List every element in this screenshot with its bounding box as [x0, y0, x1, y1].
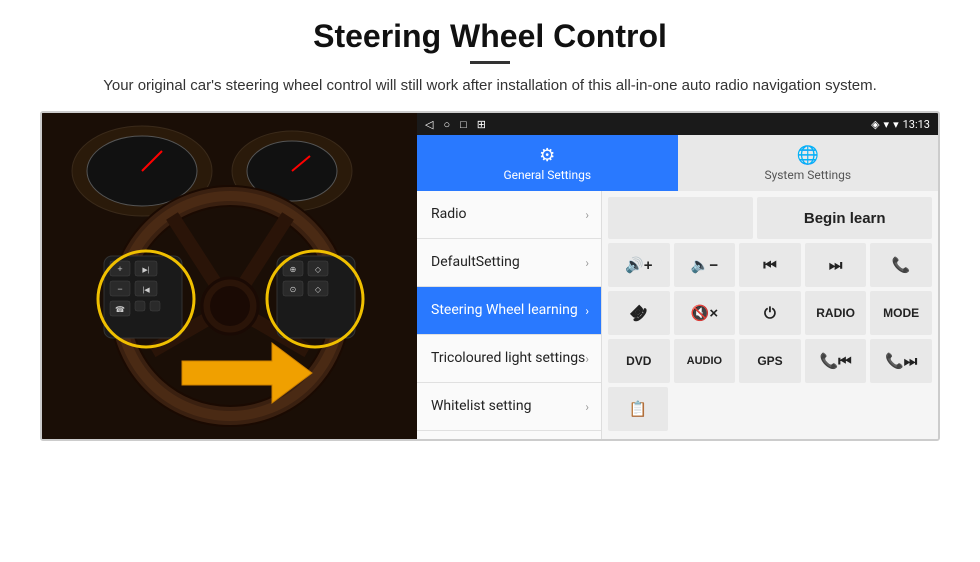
menu-item-default-label: DefaultSetting — [431, 254, 585, 271]
main-content: Radio › DefaultSetting › Steering Wheel … — [417, 191, 938, 439]
content-area: + − ☎ ▶| |◀ ⊕ ◇ — [40, 111, 940, 441]
phone-answer-button[interactable]: 📞 — [870, 243, 932, 287]
menu-item-tricoloured-label: Tricoloured light settings — [431, 350, 585, 367]
status-bar: ◁ ○ □ ⊞ ◈ ▾ ▾ 13:13 — [417, 113, 938, 135]
mode-label: MODE — [883, 306, 919, 320]
power-button[interactable]: ⏻ — [739, 291, 801, 335]
svg-text:⊕: ⊕ — [290, 265, 297, 274]
radio-button[interactable]: RADIO — [805, 291, 867, 335]
menu-item-steering-label: Steering Wheel learning — [431, 302, 585, 319]
recents-icon[interactable]: □ — [460, 118, 467, 131]
controls-row-2: ☎ 🔇× ⏻ RADIO MODE — [608, 291, 932, 335]
page-title: Steering Wheel Control — [313, 18, 667, 55]
mute-button[interactable]: 🔇× — [674, 291, 736, 335]
list-icon: 📋 — [629, 400, 648, 418]
begin-learn-button[interactable]: Begin learn — [757, 197, 932, 239]
svg-text:◇: ◇ — [315, 265, 322, 274]
next-track-icon: ⏭ — [829, 257, 843, 274]
empty-space — [608, 197, 753, 239]
menu-item-steering[interactable]: Steering Wheel learning › — [417, 287, 601, 335]
menu-list: Radio › DefaultSetting › Steering Wheel … — [417, 191, 602, 439]
controls-row-0: Begin learn — [608, 197, 932, 239]
tab-bar: ⚙ General Settings 🌐 System Settings — [417, 135, 938, 191]
next-track-button[interactable]: ⏭ — [805, 243, 867, 287]
dvd-button[interactable]: DVD — [608, 339, 670, 383]
back-icon[interactable]: ◁ — [425, 118, 433, 131]
svg-text:−: − — [117, 284, 122, 294]
tel-next-button[interactable]: 📞⏭ — [870, 339, 932, 383]
chevron-right-icon: › — [585, 352, 589, 366]
chevron-right-icon: › — [585, 256, 589, 270]
list-button[interactable]: 📋 — [608, 387, 668, 431]
home-icon[interactable]: ○ — [443, 118, 450, 131]
controls-row-3: DVD AUDIO GPS 📞⏮ 📞⏭ — [608, 339, 932, 383]
menu-item-whitelist-label: Whitelist setting — [431, 398, 585, 415]
controls-panel: Begin learn 🔊+ 🔈− ⏮ — [602, 191, 938, 439]
chevron-right-icon: › — [585, 400, 589, 414]
globe-icon: 🌐 — [797, 145, 819, 166]
steering-wheel-svg: + − ☎ ▶| |◀ ⊕ ◇ — [42, 113, 417, 439]
svg-text:+: + — [117, 264, 122, 274]
vol-down-button[interactable]: 🔈− — [674, 243, 736, 287]
chevron-right-icon: › — [585, 304, 589, 318]
svg-text:▶|: ▶| — [142, 267, 149, 274]
svg-text:☎: ☎ — [115, 305, 125, 314]
tab-system-label: System Settings — [764, 168, 851, 182]
svg-text:|◀: |◀ — [142, 287, 150, 294]
title-divider — [470, 61, 510, 64]
time-display: 13:13 — [903, 118, 930, 131]
vol-up-button[interactable]: 🔊+ — [608, 243, 670, 287]
prev-track-icon: ⏮ — [763, 257, 777, 274]
mode-button[interactable]: MODE — [870, 291, 932, 335]
signal-icon: ▾ — [884, 118, 890, 131]
tel-next-icon: 📞⏭ — [885, 352, 917, 370]
wheel-background: + − ☎ ▶| |◀ ⊕ ◇ — [42, 113, 417, 439]
status-indicators: ◈ ▾ ▾ 13:13 — [871, 118, 930, 131]
menu-item-radio[interactable]: Radio › — [417, 191, 601, 239]
menu-item-tricoloured[interactable]: Tricoloured light settings › — [417, 335, 601, 383]
audio-button[interactable]: AUDIO — [674, 339, 736, 383]
svg-text:⊙: ⊙ — [290, 285, 297, 294]
tab-general[interactable]: ⚙ General Settings — [417, 135, 678, 191]
tel-prev-icon: 📞⏮ — [819, 352, 851, 370]
menu-item-default[interactable]: DefaultSetting › — [417, 239, 601, 287]
hang-up-icon: ☎ — [626, 300, 652, 326]
phone-icon: 📞 — [892, 256, 911, 274]
menu-icon[interactable]: ⊞ — [477, 118, 486, 131]
gps-button[interactable]: GPS — [739, 339, 801, 383]
nav-icons: ◁ ○ □ ⊞ — [425, 118, 486, 131]
location-icon: ◈ — [871, 118, 879, 131]
radio-label: RADIO — [816, 306, 855, 320]
mute-icon: 🔇× — [691, 304, 718, 322]
tab-general-label: General Settings — [503, 168, 591, 182]
android-ui-panel: ◁ ○ □ ⊞ ◈ ▾ ▾ 13:13 ⚙ General Settings — [417, 113, 938, 439]
vol-up-icon: 🔊+ — [625, 256, 652, 274]
controls-row-4: 📋 — [608, 387, 932, 431]
vol-down-icon: 🔈− — [691, 256, 718, 274]
wifi-icon: ▾ — [893, 118, 899, 131]
chevron-right-icon: › — [585, 208, 589, 222]
menu-item-whitelist[interactable]: Whitelist setting › — [417, 383, 601, 431]
steering-wheel-panel: + − ☎ ▶| |◀ ⊕ ◇ — [42, 113, 417, 439]
menu-item-radio-label: Radio — [431, 206, 585, 223]
svg-text:◇: ◇ — [315, 285, 322, 294]
power-icon: ⏻ — [764, 305, 776, 322]
tab-system[interactable]: 🌐 System Settings — [678, 135, 939, 191]
hang-up-button[interactable]: ☎ — [608, 291, 670, 335]
gear-icon: ⚙ — [539, 145, 555, 166]
prev-track-button[interactable]: ⏮ — [739, 243, 801, 287]
controls-row-1: 🔊+ 🔈− ⏮ ⏭ 📞 — [608, 243, 932, 287]
tel-prev-button[interactable]: 📞⏮ — [805, 339, 867, 383]
page-wrapper: Steering Wheel Control Your original car… — [0, 0, 980, 562]
page-subtitle: Your original car's steering wheel contr… — [103, 74, 877, 97]
